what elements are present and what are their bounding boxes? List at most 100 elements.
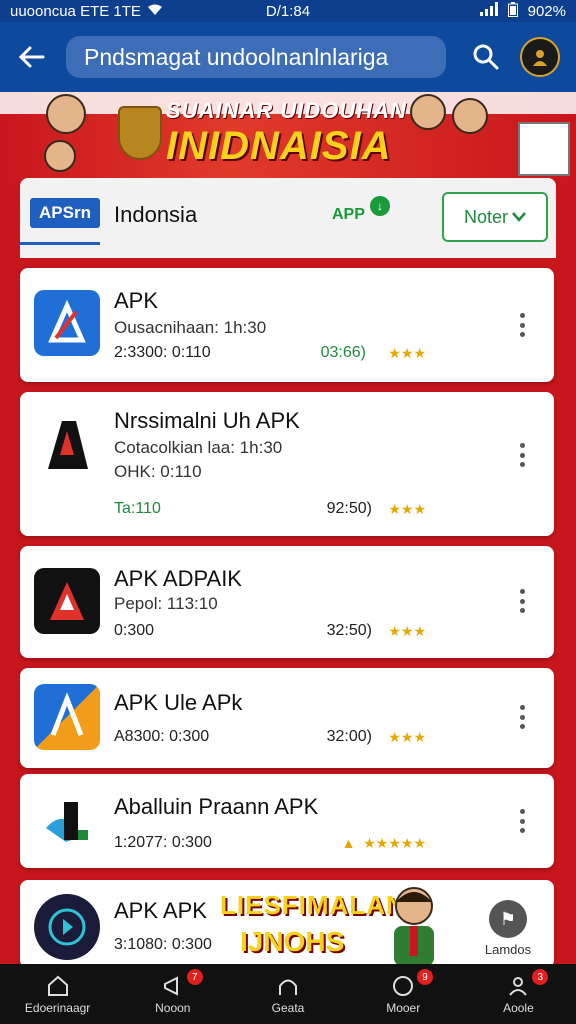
arch-icon [275, 974, 301, 998]
app-icon [34, 568, 100, 634]
banner-title-top: SUAINAR UIDOUHAN [166, 98, 407, 123]
profile-icon [505, 974, 531, 998]
circle-icon [390, 974, 416, 998]
app-rating: 32:50) [326, 622, 372, 639]
star-rating-icon: ★★★ [388, 623, 426, 639]
app-list-item[interactable]: Aballuin Praann APK 1:2077: 0:300 ▲ ★★★★… [20, 774, 554, 868]
nav-item-search[interactable]: Geata [230, 964, 345, 1024]
app-rating: 03:66) [320, 344, 366, 361]
app-name: APK APK [114, 898, 207, 923]
search-button[interactable] [466, 37, 506, 77]
app-subtitle: Pepol: 113:10 [114, 594, 218, 613]
nav-item-notifications[interactable]: 7 Nooon [115, 964, 230, 1024]
notification-badge: 3 [532, 969, 549, 985]
nav-label: Edoerinaagr [24, 1000, 91, 1015]
app-icon [34, 290, 100, 356]
search-input[interactable]: Pndsmagat undoolnanlnlariga [66, 36, 446, 78]
app-name: APK Ule APk [114, 690, 243, 715]
download-icon: ↓ [370, 196, 390, 216]
more-options-button[interactable] [512, 440, 532, 470]
back-button[interactable] [12, 37, 52, 77]
more-options-button[interactable] [512, 586, 532, 616]
person-portrait-image [46, 94, 86, 134]
brand-tab[interactable]: APSrn [30, 198, 100, 228]
apk-logo-icon [50, 582, 84, 620]
app-rating: 92:50) [326, 500, 372, 517]
lamdos-button[interactable]: ⚑ Lamdos [478, 900, 538, 966]
app-list-item[interactable]: APK Ousacnihaan: 1h:30 2:3300: 0:110 03:… [20, 268, 554, 382]
app-list-item[interactable]: APK Ule APk A8300: 0:300 32:00) ★★★ [20, 668, 554, 768]
person-portrait-image [410, 94, 446, 130]
promo-banner[interactable]: LIESFIMALANI IJNOHS [220, 882, 450, 966]
app-name: Aballuin Praann APK [114, 794, 319, 819]
app-name: APK ADPAIK [114, 566, 242, 591]
chevron-down-icon [512, 212, 526, 222]
banner-title-main: INIDNAISIA [166, 124, 392, 168]
app-meta: 0:300 [114, 622, 155, 639]
active-tab-indicator [20, 242, 100, 245]
filter-label: Noter [463, 206, 508, 227]
megaphone-icon [160, 974, 186, 998]
apk-logo-icon [50, 693, 84, 736]
nav-label: Aoole [503, 1000, 534, 1015]
more-options-button[interactable] [512, 310, 532, 340]
music-note-icon [48, 908, 86, 946]
apk-logo-icon [46, 802, 88, 842]
emblem-icon [118, 106, 162, 160]
star-rating-icon: ★★★ [388, 345, 426, 361]
app-list-item[interactable]: Nrssimalni Uh APK Cotacolkian laa: 1h:30… [20, 392, 554, 536]
app-meta: Ta:110 [114, 500, 161, 517]
star-rating-icon: ★★★ [388, 729, 426, 745]
notification-badge: 7 [186, 969, 203, 985]
more-options-button[interactable] [512, 702, 532, 732]
star-rating-icon: ▲ ★★★★★ [341, 835, 426, 851]
app-bar: Pndsmagat undoolnanlnlariga [0, 22, 576, 92]
app-name: APK [114, 288, 159, 313]
mascot-image [384, 882, 444, 966]
app-name: Nrssimalni Uh APK [114, 408, 300, 433]
app-icon [34, 684, 100, 750]
apk-logo-icon [48, 299, 86, 343]
app-icon [34, 894, 100, 960]
notification-badge: 9 [417, 969, 434, 985]
building-image [518, 122, 570, 176]
nav-label: Mooer [386, 1000, 421, 1015]
apk-logo-icon [48, 421, 88, 469]
flag-icon: ⚑ [489, 900, 527, 938]
person-portrait-image [452, 98, 488, 134]
home-icon [45, 974, 71, 998]
nav-item-profile[interactable]: 3 Aoole [461, 964, 576, 1024]
lamdos-label: Lamdos [484, 942, 532, 957]
arrow-left-icon [19, 46, 45, 68]
app-meta: A8300: 0:300 [114, 728, 210, 745]
person-portrait-image [44, 140, 76, 172]
promo-line-2: IJNOHS [240, 926, 345, 957]
app-subtitle: Ousacnihaan: 1h:30 [114, 318, 267, 337]
app-subtitle: Cotacolkian laa: 1h:30 [114, 438, 283, 457]
app-meta: 2:3300: 0:110 [114, 344, 211, 361]
bottom-navigation: Edoerinaagr 7 Nooon Geata 9 Mooer 3 Aool… [0, 964, 576, 1024]
star-rating-icon: ★★★ [388, 501, 426, 517]
nav-label: Nooon [155, 1000, 191, 1015]
app-meta: 1:2077: 0:300 [114, 834, 212, 851]
profile-avatar-button[interactable] [520, 37, 560, 77]
avatar-icon [533, 50, 547, 66]
nav-label: Geata [271, 1000, 305, 1015]
app-extra-info: OHK: 0:110 [114, 462, 202, 481]
app-icon [34, 412, 100, 478]
nav-item-home[interactable]: Edoerinaagr [0, 964, 115, 1024]
app-meta: 3:1080: 0:300 [114, 936, 212, 953]
search-icon [473, 44, 499, 70]
app-rating: 32:00) [326, 728, 372, 745]
hero-banner[interactable]: SUAINAR UIDOUHAN INIDNAISIA [0, 92, 576, 182]
filter-dropdown-button[interactable]: Noter [442, 192, 548, 242]
nav-item-more[interactable]: 9 Mooer [346, 964, 461, 1024]
region-label[interactable]: Indonsia [114, 202, 197, 228]
status-bar: uuooncua ETE 1TE D/1:84 902% [0, 0, 576, 22]
filter-panel: APSrn Indonsia APP ↓ Noter [20, 178, 556, 258]
app-logo-text: APP [332, 206, 365, 223]
more-options-button[interactable] [512, 806, 532, 836]
clock: D/1:84 [265, 2, 311, 20]
app-icon [34, 788, 100, 854]
app-list-item[interactable]: APK ADPAIK Pepol: 113:10 0:300 32:50) ★★… [20, 546, 554, 658]
